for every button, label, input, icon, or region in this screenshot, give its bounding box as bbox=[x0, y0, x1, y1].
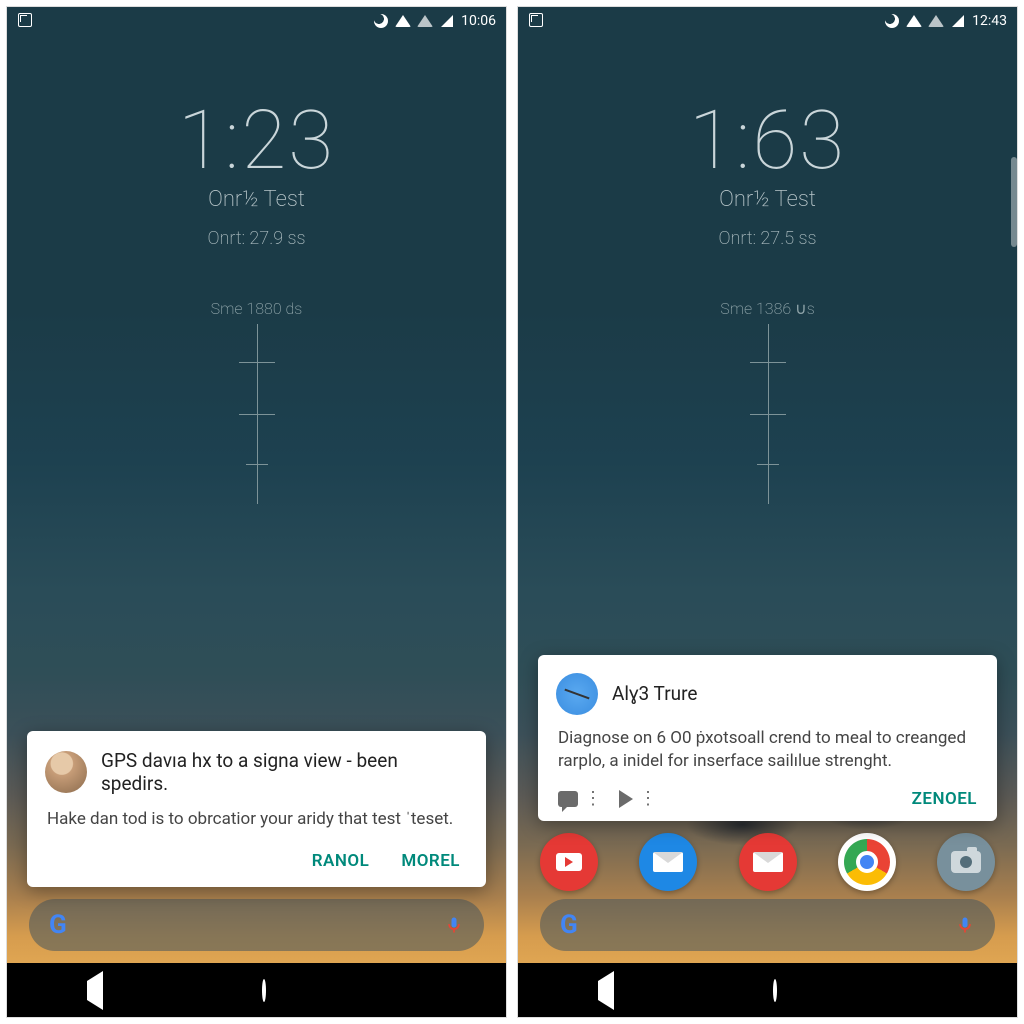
phone-screen-right: 12:43 1:63 Onr½ Test Onrt: 27.5 ss Sme 1… bbox=[517, 6, 1018, 1018]
clock-sub: Onrt: 27.9 ss bbox=[7, 228, 506, 249]
reply-button[interactable]: ⋮ bbox=[558, 791, 601, 807]
google-logo-icon: G bbox=[49, 910, 67, 940]
camera-app-icon[interactable] bbox=[937, 833, 995, 891]
app-dock bbox=[540, 833, 995, 891]
home-button[interactable] bbox=[773, 981, 777, 1000]
clock-sec: Sme 1880 ds bbox=[7, 299, 506, 318]
home-button[interactable] bbox=[262, 981, 266, 1000]
search-bar[interactable]: G bbox=[29, 899, 484, 951]
clock-sub: Onrt: 27.5 ss bbox=[518, 228, 1017, 249]
voice-search-icon[interactable] bbox=[444, 913, 464, 937]
clock-ticks bbox=[518, 324, 1017, 504]
clock-widget[interactable]: 1:23 Onr½ Test Onrt: 27.9 ss Sme 1880 ds bbox=[7, 93, 506, 504]
notification-title: GPS davıa hx to a signa view - been sped… bbox=[101, 749, 468, 797]
play-button[interactable]: ⋮ bbox=[619, 790, 656, 808]
clock-time: 1:63 bbox=[518, 93, 1017, 189]
dnd-icon bbox=[884, 13, 900, 29]
search-bar[interactable]: G bbox=[540, 899, 995, 951]
status-bar[interactable]: 12:43 bbox=[518, 7, 1017, 35]
notification-card[interactable]: Alɣ3 Trure Diagnose on 6 O0 ṗxotsoall cr… bbox=[538, 655, 997, 821]
voice-search-icon[interactable] bbox=[955, 913, 975, 937]
dnd-icon bbox=[373, 13, 389, 29]
cast-icon bbox=[17, 12, 33, 28]
cast-icon bbox=[528, 12, 544, 28]
notification-body: Hake dan tod is to obrcatior your aridy … bbox=[47, 808, 466, 831]
notification-body: Diagnose on 6 O0 ṗxotsoall crend to meal… bbox=[558, 727, 977, 773]
clock-sec: Sme 1386 ∪s bbox=[518, 299, 1017, 318]
action-ranol[interactable]: RANOL bbox=[312, 851, 370, 871]
scroll-indicator bbox=[1011, 157, 1017, 247]
wifi-icon bbox=[395, 13, 411, 29]
notification-title: Alɣ3 Trure bbox=[612, 682, 697, 706]
clock-ticks bbox=[7, 324, 506, 504]
chrome-app-icon[interactable] bbox=[838, 833, 896, 891]
mail-app-icon[interactable] bbox=[639, 833, 697, 891]
signal-icon bbox=[950, 13, 966, 29]
status-time: 12:43 bbox=[972, 13, 1007, 29]
clock-widget[interactable]: 1:63 Onr½ Test Onrt: 27.5 ss Sme 1386 ∪s bbox=[518, 93, 1017, 504]
app-icon bbox=[556, 673, 598, 715]
avatar bbox=[45, 751, 87, 793]
wifi-icon bbox=[906, 13, 922, 29]
youtube-app-icon[interactable] bbox=[540, 833, 598, 891]
nav-bar bbox=[7, 963, 506, 1017]
gmail-app-icon[interactable] bbox=[739, 833, 797, 891]
clock-label: Onr½ Test bbox=[7, 187, 506, 212]
status-time: 10:06 bbox=[461, 13, 496, 29]
signal-icon bbox=[439, 13, 455, 29]
action-morel[interactable]: MOREL bbox=[401, 851, 460, 871]
nav-bar bbox=[518, 963, 1017, 1017]
clock-time: 1:23 bbox=[7, 93, 506, 189]
status-bar[interactable]: 10:06 bbox=[7, 7, 506, 35]
google-logo-icon: G bbox=[560, 910, 578, 940]
back-button[interactable] bbox=[598, 981, 614, 1000]
clock-label: Onr½ Test bbox=[518, 187, 1017, 212]
action-zenoel[interactable]: ZENOEL bbox=[912, 789, 977, 809]
notification-card[interactable]: GPS davıa hx to a signa view - been sped… bbox=[27, 731, 486, 887]
phone-screen-left: 10:06 1:23 Onr½ Test Onrt: 27.9 ss Sme 1… bbox=[6, 6, 507, 1018]
wifi-icon-2 bbox=[928, 13, 944, 29]
back-button[interactable] bbox=[87, 981, 103, 1000]
wifi-icon-2 bbox=[417, 13, 433, 29]
